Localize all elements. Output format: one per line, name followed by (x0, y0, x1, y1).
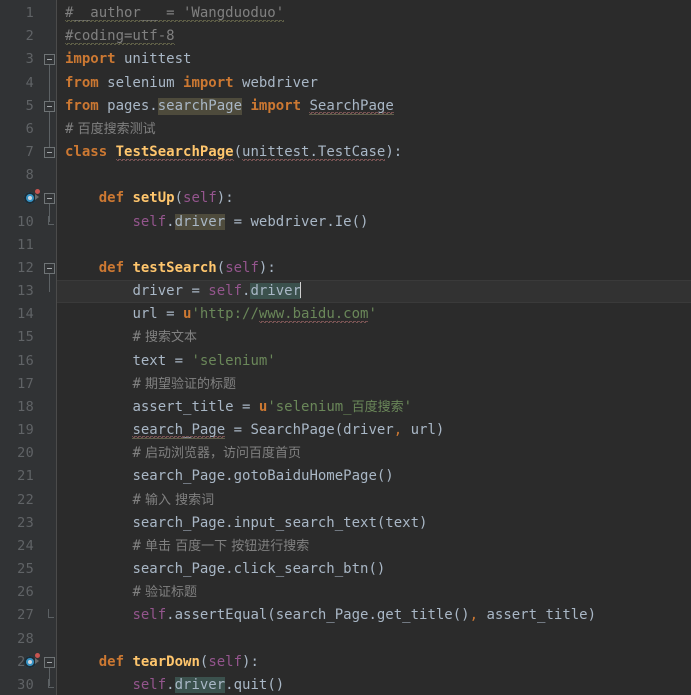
code-line[interactable]: # 期望验证的标题 (65, 373, 236, 396)
code-fold-icon[interactable] (44, 54, 55, 66)
line-number: 15 (17, 329, 34, 346)
line-number: 14 (17, 306, 34, 323)
line-number: 19 (17, 422, 34, 439)
code-line[interactable]: self.assertEqual(search_Page.get_title()… (65, 604, 596, 627)
run-test-arrow (35, 194, 39, 201)
token-comment: #__author__ = 'Wangduoduo' (65, 5, 285, 22)
code-fold-end-icon[interactable] (44, 215, 55, 227)
line-number: 11 (17, 236, 34, 253)
code-line[interactable]: search_Page.input_search_text(text) (65, 512, 427, 535)
text-caret (300, 282, 302, 299)
line-number: 5 (25, 97, 34, 114)
code-line[interactable]: self.driver.quit() (65, 674, 284, 695)
gutter-content[interactable]: 1234567891011121314151617181920212223242… (0, 0, 57, 695)
line-number: 1 (25, 5, 34, 21)
code-line[interactable]: #__author__ = 'Wangduoduo' (65, 2, 285, 25)
code-line[interactable]: # 验证标题 (65, 581, 197, 604)
code-line[interactable]: search_Page.gotoBaiduHomePage() (65, 465, 393, 488)
line-number: 7 (25, 144, 34, 161)
line-number: 12 (17, 259, 34, 276)
run-test-arrow (35, 657, 39, 664)
line-number: 17 (17, 375, 34, 392)
code-line[interactable]: driver = self.driver (65, 280, 302, 303)
line-number: 26 (17, 584, 34, 601)
code-fold-icon[interactable] (44, 147, 55, 159)
line-number: 21 (17, 468, 34, 485)
line-number: 24 (17, 537, 34, 554)
code-line[interactable]: # 百度搜索测试 (65, 118, 156, 141)
code-line[interactable]: def setUp(self): (65, 187, 234, 210)
line-number: 8 (25, 167, 34, 184)
line-number: 20 (17, 445, 34, 462)
code-editor[interactable]: 1234567891011121314151617181920212223242… (0, 0, 691, 695)
line-number: 27 (17, 607, 34, 624)
code-line[interactable]: #coding=utf-8 (65, 25, 175, 48)
line-number: 2 (25, 28, 34, 45)
code-line[interactable]: search_Page = SearchPage(driver, url) (65, 419, 444, 442)
code-fold-end-icon[interactable] (44, 678, 55, 690)
line-number: 23 (17, 514, 34, 531)
code-line[interactable]: # 搜索文本 (65, 326, 197, 349)
code-line[interactable]: # 输入 搜索词 (65, 489, 214, 512)
token-comment: #coding=utf-8 (65, 28, 175, 46)
run-test-icon[interactable] (24, 652, 40, 669)
code-line[interactable]: def testSearch(self): (65, 257, 276, 280)
code-fold-icon[interactable] (44, 262, 55, 274)
code-line[interactable]: url = u'http://www.baidu.com' (65, 303, 377, 326)
code-line[interactable]: assert_title = u'selenium_百度搜索' (65, 396, 412, 419)
line-number: 3 (25, 51, 34, 68)
line-number: 30 (17, 676, 34, 693)
code-line[interactable]: self.driver = webdriver.Ie() (65, 211, 368, 234)
line-number: 13 (17, 283, 34, 300)
run-test-icon[interactable] (24, 189, 40, 205)
code-text-layer[interactable]: #__author__ = 'Wangduoduo' #coding=utf-8 i… (57, 0, 691, 695)
line-number: 18 (17, 398, 34, 415)
code-line[interactable]: # 启动浏览器，访问百度首页 (65, 442, 301, 465)
line-number: 22 (17, 491, 34, 508)
line-number: 6 (25, 120, 34, 137)
code-line[interactable]: text = 'selenium' (65, 350, 275, 373)
code-line[interactable]: def tearDown(self): (65, 651, 259, 674)
line-number: 28 (17, 630, 34, 647)
code-fold-icon[interactable] (44, 193, 55, 205)
fold-guide-line (49, 106, 50, 153)
line-number: 4 (25, 74, 34, 91)
code-line[interactable]: import unittest (65, 48, 191, 71)
line-number: 16 (17, 352, 34, 369)
code-fold-icon[interactable] (44, 656, 55, 668)
code-line[interactable]: class TestSearchPage(unittest.TestCase): (65, 141, 402, 164)
code-line[interactable]: # 单击 百度一下 按钮进行搜索 (65, 535, 309, 558)
code-fold-icon[interactable] (44, 100, 55, 112)
line-number: 10 (17, 213, 34, 230)
code-fold-end-icon[interactable] (44, 609, 55, 620)
line-number: 25 (17, 561, 34, 578)
code-line[interactable]: search_Page.click_search_btn() (65, 558, 385, 581)
code-line[interactable]: from selenium import webdriver (65, 72, 318, 95)
fold-guide-line (49, 59, 50, 107)
code-line[interactable]: from pages.searchPage import SearchPage (65, 95, 394, 118)
